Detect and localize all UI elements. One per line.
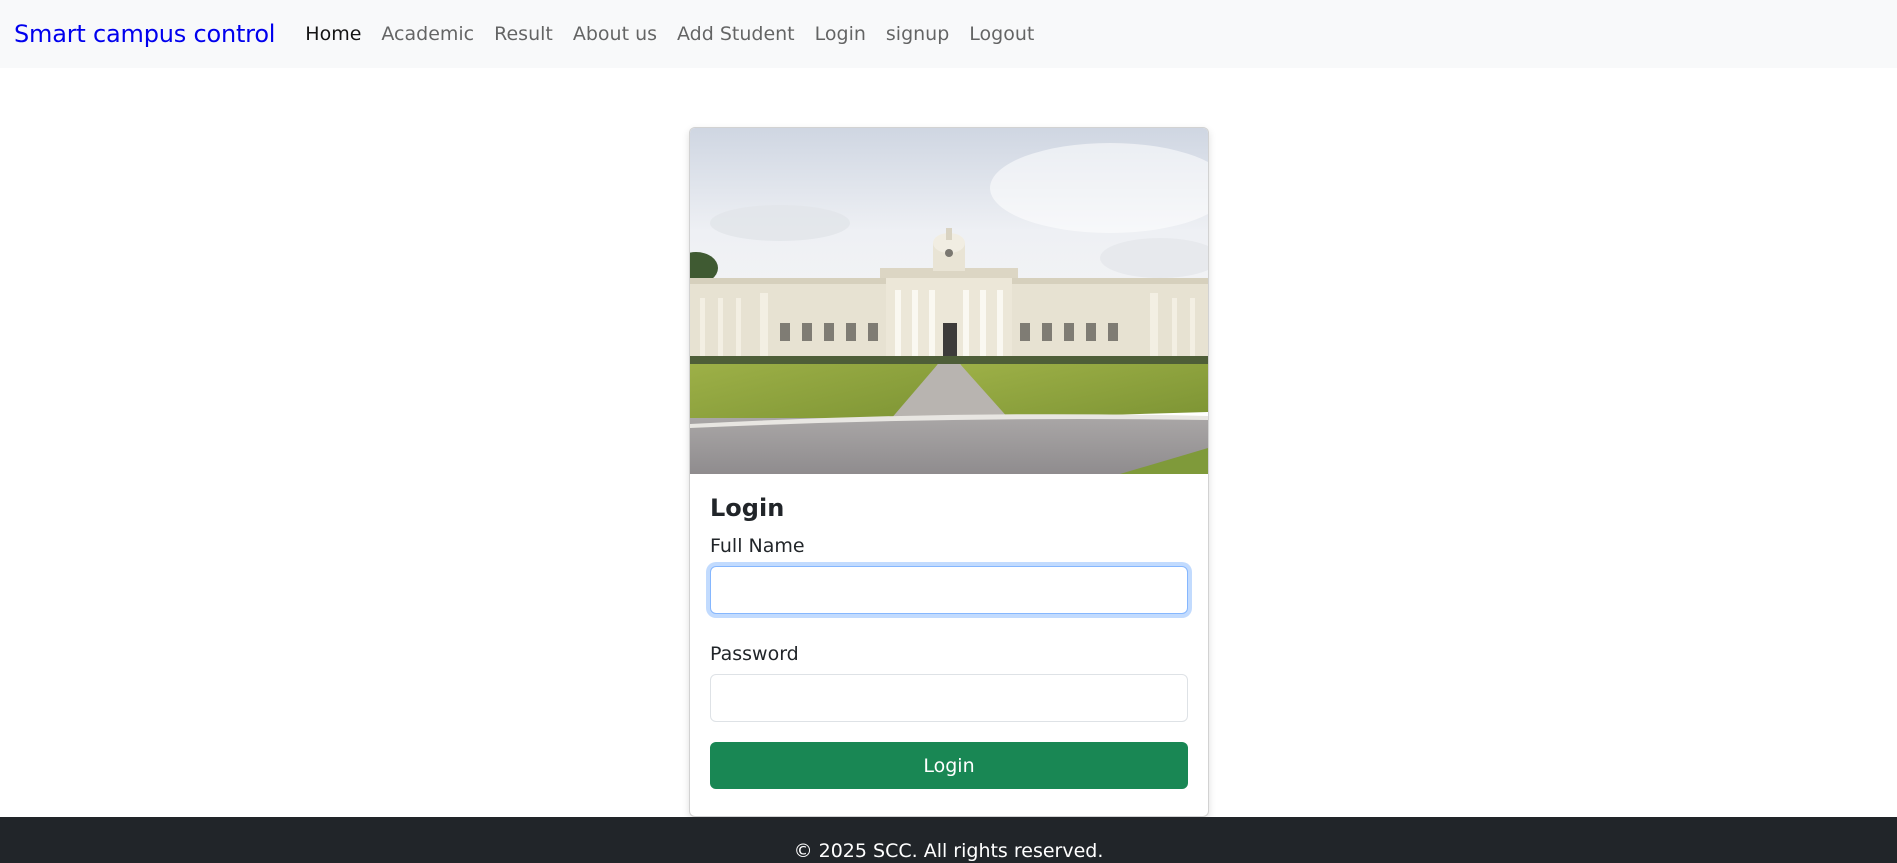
campus-building-image — [690, 128, 1208, 474]
login-form: Login Full Name Password Login — [710, 494, 1190, 789]
full-name-label: Full Name — [710, 535, 805, 557]
login-submit-button[interactable]: Login — [710, 742, 1188, 789]
page-footer: © 2025 SCC. All rights reserved. — [0, 817, 1897, 863]
full-name-input[interactable] — [710, 566, 1188, 614]
nav-link-add-student[interactable]: Add Student — [667, 23, 805, 45]
nav-link-home[interactable]: Home — [295, 23, 371, 45]
nav-menu: Home Academic Result About us Add Studen… — [295, 23, 1044, 45]
copyright-text: © 2025 SCC. All rights reserved. — [793, 840, 1104, 862]
nav-link-academic[interactable]: Academic — [371, 23, 484, 45]
nav-link-login[interactable]: Login — [805, 23, 876, 45]
password-input[interactable] — [710, 674, 1188, 722]
brand-link[interactable]: Smart campus control — [14, 20, 275, 48]
top-navbar: Smart campus control Home Academic Resul… — [0, 0, 1897, 68]
login-card: Login Full Name Password Login — [689, 127, 1209, 817]
nav-link-signup[interactable]: signup — [876, 23, 959, 45]
nav-link-result[interactable]: Result — [484, 23, 563, 45]
nav-link-about-us[interactable]: About us — [563, 23, 667, 45]
password-label: Password — [710, 643, 799, 665]
nav-link-logout[interactable]: Logout — [959, 23, 1044, 45]
form-title: Login — [710, 494, 785, 522]
